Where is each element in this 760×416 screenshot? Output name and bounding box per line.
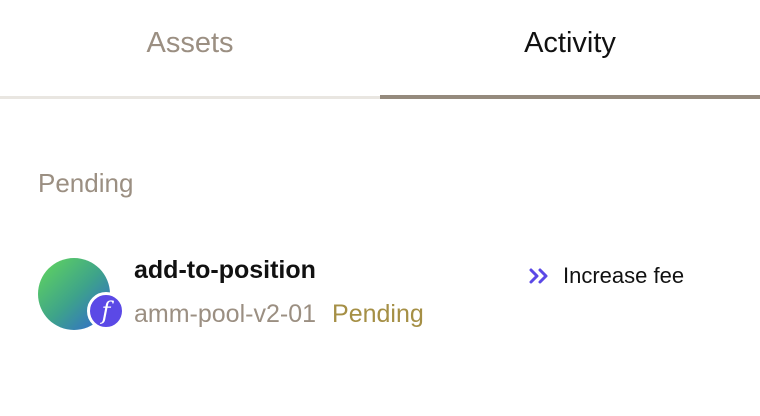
- activity-title: add-to-position: [134, 256, 316, 284]
- pool-name: amm-pool-v2-01: [134, 300, 317, 328]
- activity-details: amm-pool-v2-01 Pending: [134, 298, 424, 330]
- function-icon: f: [87, 292, 125, 330]
- pending-activity-item[interactable]: f add-to-position amm-pool-v2-01 Pending …: [38, 252, 722, 340]
- double-chevron-right-icon: [529, 268, 548, 284]
- increase-fee-label: Increase fee: [563, 263, 685, 288]
- pending-section-title: Pending: [38, 168, 134, 198]
- pending-status: Pending: [332, 300, 424, 328]
- tab-activity-label: Activity: [524, 27, 616, 59]
- tab-assets[interactable]: Assets: [0, 0, 380, 99]
- tab-assets-label: Assets: [146, 27, 234, 59]
- activity-tabs: Assets Activity: [0, 0, 760, 99]
- increase-fee-button[interactable]: Increase fee: [527, 260, 684, 292]
- tab-activity[interactable]: Activity: [380, 0, 760, 99]
